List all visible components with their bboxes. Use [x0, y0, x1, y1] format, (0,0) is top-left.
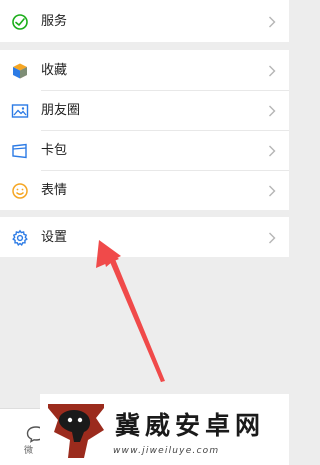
menu-label: 朋友圈: [41, 103, 81, 118]
chevron-right-icon: [269, 105, 276, 117]
chevron-right-icon: [269, 16, 276, 28]
menu-label: 服务: [41, 14, 68, 29]
watermark-title: 冀威安卓网: [115, 411, 266, 440]
menu-label: 设置: [41, 230, 68, 245]
settings-group: 设置: [0, 217, 289, 257]
chevron-right-icon: [269, 232, 276, 244]
menu-label: 表情: [41, 183, 68, 198]
gear-icon: [12, 229, 28, 247]
menu-label: 收藏: [41, 63, 68, 78]
features-group: 收藏 朋友圈 卡包 表情: [0, 50, 289, 210]
menu-item-settings[interactable]: 设置: [0, 218, 289, 257]
menu-label: 卡包: [41, 143, 68, 158]
menu-item-stickers[interactable]: 表情: [0, 171, 289, 210]
smiley-icon: [12, 183, 28, 199]
chevron-right-icon: [269, 65, 276, 77]
picture-icon: [11, 104, 29, 118]
chevron-right-icon: [269, 185, 276, 197]
chevron-right-icon: [269, 145, 276, 157]
menu-item-moments[interactable]: 朋友圈: [0, 91, 289, 130]
menu-item-cards[interactable]: 卡包: [0, 131, 289, 170]
menu-item-services[interactable]: 服务: [0, 2, 289, 41]
watermark-logo-icon: [48, 404, 104, 458]
menu-item-favorites[interactable]: 收藏: [0, 51, 289, 90]
services-group: 服务: [0, 0, 289, 42]
card-wallet-icon: [12, 143, 27, 159]
watermark-url: www.jiweiluye.com: [113, 446, 220, 456]
cube-icon: [13, 63, 27, 79]
wechat-pay-icon: [12, 14, 28, 30]
